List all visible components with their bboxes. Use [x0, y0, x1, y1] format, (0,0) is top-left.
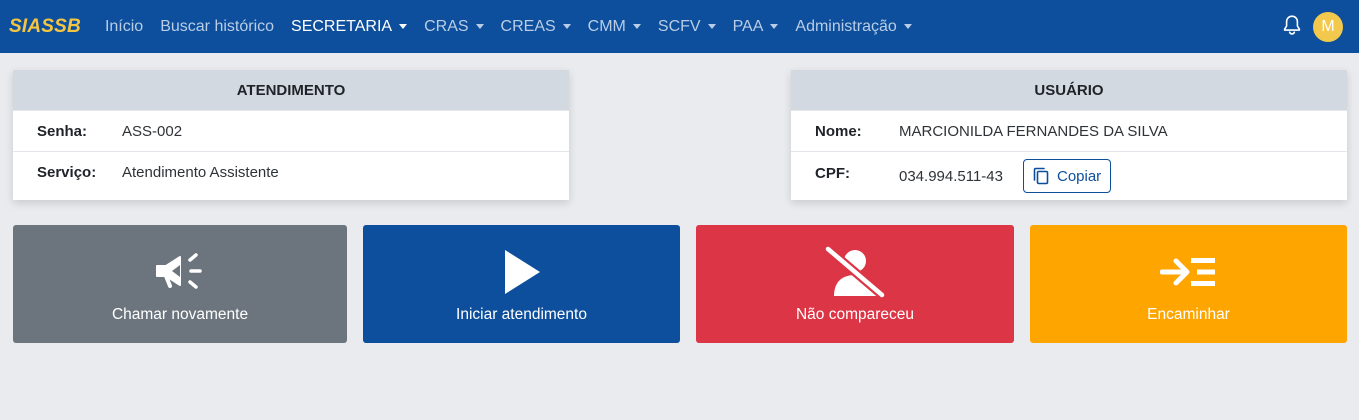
- usuario-card-title: USUÁRIO: [791, 70, 1347, 110]
- caret-down-icon: [562, 24, 571, 29]
- cpf-value: 034.994.511-43: [899, 167, 1003, 185]
- servico-label: Serviço:: [37, 163, 97, 181]
- cpf-row: CPF: 034.994.511-43 Copiar: [791, 151, 1347, 200]
- nav-item-secretaria[interactable]: SECRETARIA: [291, 17, 408, 36]
- nav-item-label: SECRETARIA: [291, 17, 393, 35]
- avatar[interactable]: M: [1313, 12, 1343, 42]
- call-again-button[interactable]: Chamar novamente: [13, 225, 347, 343]
- senha-value: ASS-002: [122, 122, 183, 140]
- forward-button[interactable]: Encaminhar: [1030, 225, 1347, 343]
- copy-button-label: Copiar: [1056, 167, 1102, 185]
- megaphone-icon: [154, 247, 206, 297]
- nav-item-label: CRAS: [424, 17, 469, 35]
- cpf-label: CPF:: [815, 165, 850, 182]
- nav-item-cmm[interactable]: CMM: [588, 18, 641, 36]
- caret-down-icon: [399, 24, 408, 29]
- start-service-label: Iniciar atendimento: [456, 306, 587, 323]
- nav-item-buscar-historico[interactable]: Buscar histórico: [160, 18, 274, 36]
- nav-item-cras[interactable]: CRAS: [424, 17, 484, 36]
- user-slash-icon: [824, 246, 886, 298]
- nav-menu: Início Buscar histórico SECRETARIA CRAS …: [105, 0, 929, 53]
- caret-down-icon: [632, 24, 641, 29]
- brand-logo[interactable]: SIASSB: [9, 16, 81, 38]
- usuario-card: USUÁRIO Nome: MARCIONILDA FERNANDES DA S…: [791, 70, 1347, 200]
- call-again-label: Chamar novamente: [111, 306, 249, 323]
- forward-list-icon: [1159, 247, 1218, 297]
- servico-value: Atendimento Assistente: [122, 163, 279, 181]
- atendimento-card-title: ATENDIMENTO: [13, 70, 569, 110]
- senha-label: Senha:: [37, 122, 88, 140]
- nome-row: Nome: MARCIONILDA FERNANDES DA SILVA: [791, 110, 1347, 151]
- nav-item-administracao[interactable]: Administração: [795, 17, 912, 36]
- caret-down-icon: [903, 24, 912, 29]
- nav-item-label: CMM: [587, 17, 626, 35]
- no-show-button[interactable]: Não compareceu: [696, 225, 1014, 343]
- nav-item-label: Início: [104, 17, 144, 35]
- forward-label: Encaminhar: [1147, 306, 1230, 323]
- nome-value: MARCIONILDA FERNANDES DA SILVA: [899, 122, 1168, 140]
- start-service-button[interactable]: Iniciar atendimento: [363, 225, 680, 343]
- copy-button[interactable]: Copiar: [1022, 159, 1112, 193]
- caret-down-icon: [707, 24, 716, 29]
- nav-item-scfv[interactable]: SCFV: [658, 18, 716, 36]
- nav-item-label: Administração: [795, 17, 897, 35]
- nome-label: Nome:: [815, 122, 862, 140]
- caret-down-icon: [770, 24, 779, 29]
- nav-item-label: CREAS: [500, 17, 556, 35]
- senha-row: Senha: ASS-002: [13, 110, 569, 151]
- no-show-label: Não compareceu: [795, 306, 915, 323]
- nav-item-label: SCFV: [657, 17, 701, 35]
- play-icon: [502, 247, 542, 297]
- nav-item-paa[interactable]: PAA: [733, 18, 779, 36]
- bell-icon[interactable]: [1282, 14, 1302, 36]
- nav-item-inicio[interactable]: Início: [105, 18, 143, 36]
- nav-item-label: PAA: [732, 17, 764, 35]
- nav-item-creas[interactable]: CREAS: [501, 18, 571, 36]
- atendimento-card: ATENDIMENTO Senha: ASS-002 Serviço: Aten…: [13, 70, 569, 200]
- nav-item-label: Buscar histórico: [160, 17, 275, 35]
- copy-icon: [1033, 167, 1049, 185]
- servico-row: Serviço: Atendimento Assistente: [13, 151, 569, 192]
- caret-down-icon: [475, 24, 484, 29]
- top-navbar: SIASSB Início Buscar histórico SECRETARI…: [0, 0, 1359, 53]
